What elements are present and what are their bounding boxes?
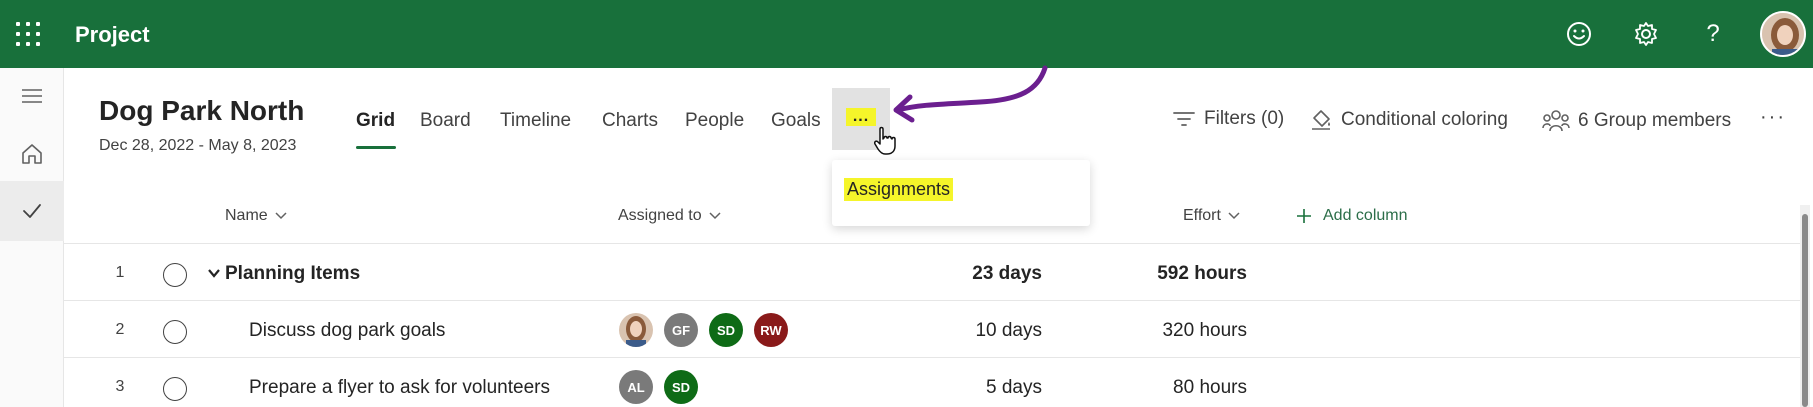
- paint-bucket-icon: [1309, 108, 1333, 132]
- settings-icon[interactable]: [1630, 18, 1662, 50]
- annotation-arrow: [893, 65, 1048, 123]
- add-column-button[interactable]: Add column: [1295, 207, 1408, 225]
- assignee-avatar-photo[interactable]: [619, 313, 653, 347]
- header-divider: [64, 243, 1800, 244]
- plan-title[interactable]: Dog Park North: [99, 95, 304, 127]
- hand-cursor-icon: [874, 126, 896, 155]
- filter-icon: [1172, 109, 1196, 129]
- task-name[interactable]: Planning Items: [207, 263, 360, 285]
- left-rail: [0, 68, 64, 407]
- tab-people[interactable]: People: [685, 110, 744, 132]
- task-duration: 5 days: [986, 377, 1042, 398]
- assignee-avatar[interactable]: SD: [709, 313, 743, 347]
- task-complete-checkbox[interactable]: [163, 320, 187, 344]
- chevron-down-icon: [708, 209, 722, 223]
- chevron-down-icon[interactable]: [207, 263, 221, 285]
- task-effort: 320 hours: [1162, 320, 1247, 341]
- filters-label: Filters (0): [1204, 108, 1285, 129]
- tab-goals[interactable]: Goals: [771, 110, 821, 132]
- scrollbar-thumb[interactable]: [1802, 214, 1808, 407]
- task-effort: 80 hours: [1173, 377, 1247, 398]
- task-name[interactable]: Prepare a flyer to ask for volunteers: [249, 377, 550, 399]
- my-tasks-icon[interactable]: [0, 181, 64, 241]
- column-header-effort[interactable]: Effort: [1183, 207, 1241, 225]
- group-icon: [1542, 108, 1570, 134]
- home-icon[interactable]: [0, 126, 64, 182]
- group-members-label: 6 Group members: [1578, 110, 1732, 131]
- assignee-avatar[interactable]: AL: [619, 370, 653, 404]
- plan-dates: Dec 28, 2022 - May 8, 2023: [99, 137, 297, 154]
- column-header-name[interactable]: Name: [225, 207, 288, 225]
- task-name[interactable]: Discuss dog park goals: [249, 320, 445, 342]
- user-avatar[interactable]: [1760, 11, 1806, 57]
- chevron-down-icon: [1227, 209, 1241, 223]
- column-header-assigned[interactable]: Assigned to: [618, 207, 722, 225]
- task-duration: 23 days: [972, 263, 1042, 284]
- app-header: Project ?: [0, 0, 1813, 68]
- tab-grid[interactable]: Grid: [356, 110, 395, 132]
- tab-timeline[interactable]: Timeline: [500, 110, 571, 132]
- help-icon[interactable]: ?: [1697, 18, 1729, 50]
- task-duration: 10 days: [975, 320, 1042, 341]
- assignee-avatar[interactable]: GF: [664, 313, 698, 347]
- task-effort: 592 hours: [1157, 263, 1247, 284]
- active-tab-indicator: [356, 146, 396, 149]
- row-divider: [64, 300, 1800, 301]
- more-options-button[interactable]: ···: [1760, 106, 1786, 129]
- row-number: 2: [115, 321, 125, 338]
- app-title[interactable]: Project: [75, 22, 150, 48]
- plus-icon: [1295, 207, 1313, 225]
- conditional-coloring-label: Conditional coloring: [1341, 109, 1508, 130]
- row-number: 3: [115, 378, 125, 395]
- tab-board[interactable]: Board: [420, 110, 471, 132]
- row-number: 1: [115, 264, 125, 281]
- assignee-avatar[interactable]: SD: [664, 370, 698, 404]
- app-launcher-icon[interactable]: [16, 22, 42, 48]
- smiley-icon[interactable]: [1563, 18, 1595, 50]
- assignee-avatar[interactable]: RW: [754, 313, 788, 347]
- row-divider: [64, 357, 1800, 358]
- task-complete-checkbox[interactable]: [163, 263, 187, 287]
- conditional-coloring-button[interactable]: Conditional coloring: [1309, 108, 1508, 132]
- menu-item-assignments[interactable]: Assignments: [844, 178, 954, 201]
- task-complete-checkbox[interactable]: [163, 377, 187, 401]
- group-members-button[interactable]: 6 Group members: [1542, 108, 1731, 134]
- menu-icon[interactable]: [0, 68, 64, 124]
- chevron-down-icon: [274, 209, 288, 223]
- more-dots-label: ...: [846, 108, 876, 126]
- more-views-menu: Assignments: [832, 160, 1090, 226]
- filters-button[interactable]: Filters (0): [1172, 108, 1284, 130]
- tab-charts[interactable]: Charts: [602, 110, 658, 132]
